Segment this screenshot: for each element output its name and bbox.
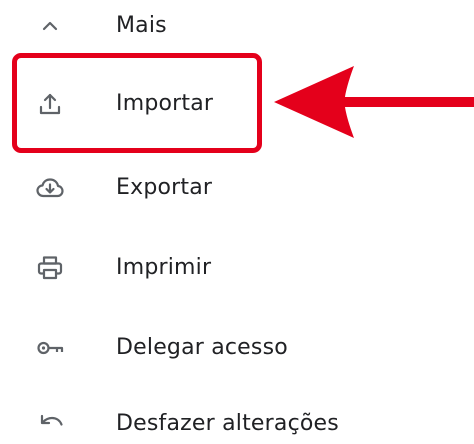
menu-item-exportar[interactable]: Exportar	[0, 168, 420, 208]
menu-item-importar[interactable]: Importar	[0, 84, 420, 124]
chevron-up-icon	[34, 10, 66, 42]
menu-item-label: Delegar acesso	[116, 335, 288, 360]
menu-item-mais[interactable]: Mais	[0, 6, 420, 46]
menu-item-imprimir[interactable]: Imprimir	[0, 248, 420, 288]
menu-item-label: Importar	[116, 91, 214, 116]
menu-item-label: Desfazer alterações	[116, 411, 339, 436]
more-menu: Mais Importar Exportar Imprimir Delegar …	[0, 0, 474, 441]
key-icon	[34, 332, 66, 364]
menu-item-desfazer-alteracoes[interactable]: Desfazer alterações	[0, 404, 420, 444]
undo-icon	[34, 408, 66, 440]
upload-icon	[34, 88, 66, 120]
menu-item-label: Exportar	[116, 175, 213, 200]
cloud-download-icon	[34, 172, 66, 204]
printer-icon	[34, 252, 66, 284]
menu-item-label: Mais	[116, 13, 167, 38]
menu-item-label: Imprimir	[116, 255, 212, 280]
menu-item-delegar-acesso[interactable]: Delegar acesso	[0, 328, 420, 368]
